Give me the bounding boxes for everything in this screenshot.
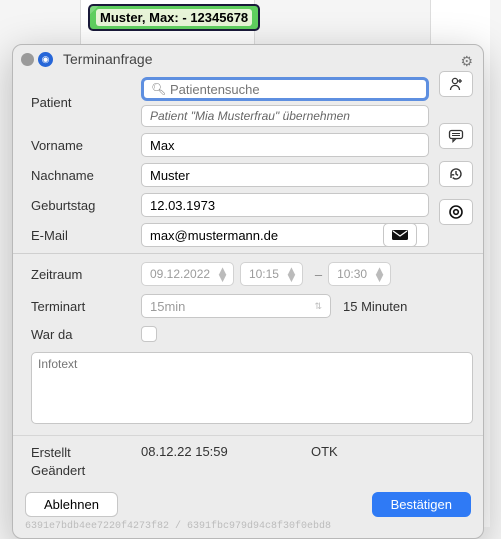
appointment-chip[interactable]: Muster, Max: - 12345678 — [88, 4, 260, 31]
search-icon: 🔍︎ — [151, 82, 166, 96]
sync-icon — [448, 204, 464, 220]
close-icon[interactable] — [21, 53, 34, 66]
patient-takeover-hint[interactable]: Patient "Mia Musterfrau" übernehmen — [141, 105, 429, 127]
person-plus-icon — [448, 76, 464, 92]
lastname-input[interactable] — [141, 163, 429, 187]
confirm-button[interactable]: Bestätigen — [372, 492, 471, 517]
patient-search-input[interactable] — [141, 77, 429, 101]
date-stepper[interactable]: 09.12.2022▲▼ — [141, 262, 234, 286]
chip-id: - 12345678 — [182, 10, 248, 25]
created-label: Erstellt — [31, 444, 141, 462]
email-label: E-Mail — [31, 228, 141, 243]
time-from-stepper[interactable]: 10:15▲▼ — [240, 262, 303, 286]
time-to-stepper[interactable]: 10:30▲▼ — [328, 262, 391, 286]
created-value: 08.12.22 15:59 — [141, 444, 311, 480]
duration-text: 15 Minuten — [343, 299, 407, 314]
stepper-icon: ▲▼ — [216, 267, 229, 281]
dialog-header: ◉ Terminanfrage ⚙ — [13, 45, 483, 71]
timerange-label: Zeitraum — [31, 267, 141, 282]
lastname-label: Nachname — [31, 168, 141, 183]
stepper-icon: ▲▼ — [285, 267, 298, 281]
chip-name: Muster, Max: — [100, 10, 179, 25]
envelope-icon — [391, 229, 409, 241]
send-email-button[interactable] — [383, 223, 417, 247]
firstname-label: Vorname — [31, 138, 141, 153]
divider — [13, 253, 483, 254]
birthday-input[interactable] — [141, 193, 429, 217]
appointment-type-select[interactable]: 15min ⇅ — [141, 294, 331, 318]
history-button[interactable] — [439, 161, 473, 187]
speech-bubble-icon — [448, 129, 464, 143]
app-logo-icon: ◉ — [38, 52, 53, 67]
modified-label: Geändert — [31, 462, 141, 480]
record-hash: 6391e7bdb4ee7220f4273f82 / 6391fbc979d94… — [13, 519, 483, 532]
message-button[interactable] — [439, 123, 473, 149]
infotext-textarea[interactable] — [31, 352, 473, 424]
meta-section: Erstellt Geändert 08.12.22 15:59 OTK — [13, 435, 483, 488]
gear-icon[interactable]: ⚙ — [460, 53, 473, 70]
chevron-updown-icon: ⇅ — [314, 301, 322, 312]
patient-label: Patient — [31, 95, 141, 110]
add-patient-button[interactable] — [439, 71, 473, 97]
created-source: OTK — [311, 444, 338, 480]
attended-checkbox[interactable] — [141, 326, 157, 342]
dialog-title: Terminanfrage — [63, 51, 153, 67]
range-dash: – — [315, 267, 322, 282]
history-icon — [448, 166, 464, 182]
appointment-request-dialog: ◉ Terminanfrage ⚙ Patient 🔍︎ Patient "Mi — [12, 44, 484, 539]
firstname-input[interactable] — [141, 133, 429, 157]
birthday-label: Geburtstag — [31, 198, 141, 213]
attended-label: War da — [31, 327, 141, 342]
reject-button[interactable]: Ablehnen — [25, 492, 118, 517]
stepper-icon: ▲▼ — [373, 267, 386, 281]
sync-button[interactable] — [439, 199, 473, 225]
appointment-type-label: Terminart — [31, 299, 141, 314]
